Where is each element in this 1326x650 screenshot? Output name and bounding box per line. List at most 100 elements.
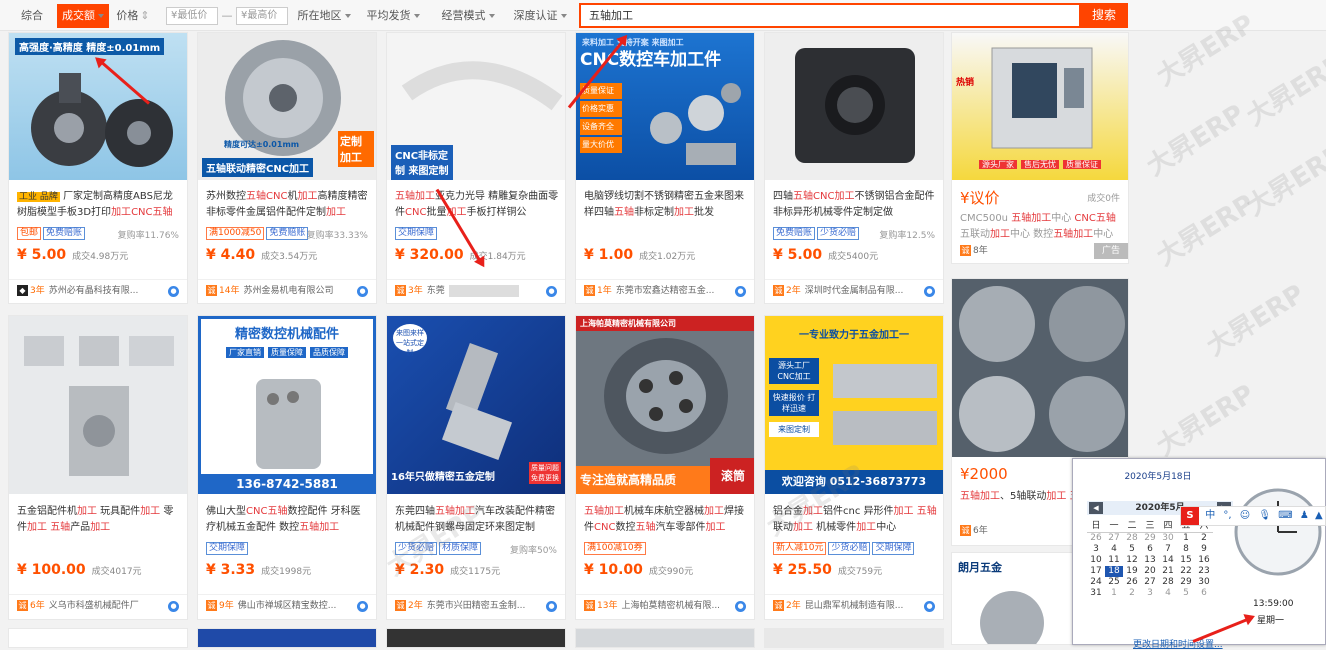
product-title[interactable]: 东莞四轴五轴加工汽车改装配件精密机械配件钢螺母固定环来图定制 <box>395 504 559 536</box>
product-image[interactable] <box>952 279 1128 457</box>
shop-name[interactable]: 东莞 <box>427 286 445 296</box>
shop-info[interactable]: 诚 2年 东莞市兴田精密五金制... ● <box>387 594 565 618</box>
day[interactable]: 17 <box>1087 566 1105 577</box>
shop-name[interactable]: 佛山市禅城区精宝数控... <box>238 601 337 611</box>
chat-icon[interactable]: ● <box>924 601 935 612</box>
product-image[interactable]: 一专业致力于五金加工一 源头工厂 CNC加工 快速报价 打样迅速 来图定制 欢迎… <box>765 316 943 494</box>
day[interactable]: 28 <box>1123 533 1141 545</box>
emoji-icon[interactable]: ☺ <box>1240 510 1250 521</box>
sort-general[interactable]: 综合 <box>12 4 52 28</box>
day[interactable]: 9 <box>1195 544 1213 555</box>
prev-month-icon[interactable]: ◀ <box>1089 502 1103 514</box>
chat-icon[interactable]: ● <box>735 286 746 297</box>
filter-certification[interactable]: 深度认证 <box>508 4 572 28</box>
product-title[interactable]: 工业 品牌 厂家定制高精度ABS尼龙树脂模型手板3D打印加工CNC五轴实 <box>17 189 181 221</box>
shop-name[interactable]: 昆山鼎军机械制造有限... <box>805 601 904 611</box>
filter-business-model[interactable]: 经营模式 <box>436 4 500 28</box>
ime-toolbar[interactable]: S 中 °, ☺ 🎙 ⌨ ♟ ▲ <box>1180 506 1326 526</box>
shop-info[interactable]: 诚 14年 苏州金易机电有限公司 ● <box>198 279 376 303</box>
day[interactable]: 1 <box>1105 588 1123 599</box>
shop-name[interactable]: 苏州必有晶科技有限... <box>49 286 139 296</box>
keyboard-icon[interactable]: ⌨ <box>1278 510 1292 521</box>
min-price-input[interactable]: ¥最低价 <box>166 7 218 25</box>
product-title[interactable]: CMC500u 五轴加工中心 CNC五轴五联动加工中心 数控五轴加工中心 <box>960 211 1122 243</box>
product-card-partial[interactable] <box>8 628 188 648</box>
sort-turnover[interactable]: 成交额 <box>57 4 109 28</box>
shop-info[interactable]: 诚 3年 东莞 ● <box>387 279 565 303</box>
product-image[interactable]: 热销 源头厂家 售后无忧 质量保证 <box>952 33 1128 180</box>
day[interactable]: 26 <box>1087 533 1105 545</box>
change-datetime-link[interactable]: 更改日期和时间设置... <box>1133 637 1223 650</box>
day[interactable]: 27 <box>1141 577 1159 588</box>
product-title[interactable]: 四轴五轴CNC加工不锈钢铝合金配件 非标异形机械零件定制定做 <box>773 189 937 221</box>
max-price-input[interactable]: ¥最高价 <box>236 7 288 25</box>
user-icon[interactable]: ♟ <box>1300 510 1309 521</box>
product-image[interactable] <box>9 316 187 494</box>
shop-info[interactable]: 诚 9年 佛山市禅城区精宝数控... ● <box>198 594 376 618</box>
product-card-partial[interactable] <box>386 628 566 648</box>
product-card[interactable]: 来料加工 支持开案 来图加工 CNC数控车加工件 质量保证 价格实惠 设备齐全 … <box>575 32 755 304</box>
day[interactable]: 4 <box>1159 588 1177 599</box>
product-title[interactable]: 五轴加工机械车床航空器械加工焊接件CNC数控五轴汽车零部件加工 <box>584 504 748 536</box>
product-card[interactable]: 五金铝配件机加工 玩具配件加工 零件加工 五轴产品加工 ¥ 100.00 成交40… <box>8 315 188 620</box>
shop-info[interactable]: 诚 1年 东莞市宏鑫达精密五金... ● <box>576 279 754 303</box>
product-image[interactable]: 精密数控机械配件 厂家直销 质量保障 品质保障 136-8742-5881 <box>198 316 376 494</box>
chat-icon[interactable]: ● <box>357 286 368 297</box>
product-card-partial[interactable] <box>575 628 755 648</box>
product-card[interactable]: 四轴五轴CNC加工不锈钢铝合金配件 非标异形机械零件定制定做 免费赔账 少货必赔 … <box>764 32 944 304</box>
chat-icon[interactable]: ● <box>735 601 746 612</box>
day[interactable]: 22 <box>1177 566 1195 577</box>
day[interactable]: 1 <box>1177 533 1195 545</box>
product-title[interactable]: 电脑锣线切割不锈钢精密五金来图来样四轴五轴非标定制加工批发 <box>584 189 748 221</box>
day[interactable]: 12 <box>1123 555 1141 566</box>
day[interactable]: 30 <box>1159 533 1177 545</box>
day[interactable]: 16 <box>1195 555 1213 566</box>
product-image[interactable]: CNC非标定制 来图定制 五轴加工 <box>387 33 565 180</box>
clock-calendar-popup[interactable]: 2020年5月18日 ◀ 2020年5月 ▶ 日一二三四五六 262728293… <box>1072 458 1326 650</box>
product-title[interactable]: 五金铝配件机加工 玩具配件加工 零件加工 五轴产品加工 <box>17 504 181 536</box>
search-button[interactable]: 搜索 <box>1080 3 1128 28</box>
day[interactable]: 26 <box>1123 577 1141 588</box>
chat-icon[interactable]: ● <box>546 601 557 612</box>
shop-name[interactable]: 东莞市兴田精密五金制... <box>427 601 526 611</box>
day[interactable]: 4 <box>1105 544 1123 555</box>
day[interactable]: 6 <box>1195 588 1213 599</box>
day[interactable]: 24 <box>1087 577 1105 588</box>
product-card-ad[interactable]: 热销 源头厂家 售后无忧 质量保证 ¥议价 成交0件 CMC500u 五轴加工中心 … <box>951 32 1129 264</box>
product-card[interactable]: 高强度·高精度 精度±0.01mm 工业 品牌 厂家定制高精度ABS尼龙树脂模型… <box>8 32 188 304</box>
product-title[interactable]: 铝合金加工铝件cnc 异形件加工 五轴联动加工 机械零件加工中心 <box>773 504 937 536</box>
ime-mode[interactable]: 中 <box>1205 510 1215 521</box>
product-card[interactable]: 一专业致力于五金加工一 源头工厂 CNC加工 快速报价 打样迅速 来图定制 欢迎… <box>764 315 944 620</box>
shop-info[interactable]: 诚 6年 义乌市科盛机械配件厂 ● <box>9 594 187 618</box>
day[interactable]: 29 <box>1141 533 1159 545</box>
shirt-icon[interactable]: ▲ <box>1315 510 1323 521</box>
punctuation-icon[interactable]: °, <box>1223 510 1231 521</box>
day[interactable]: 5 <box>1177 588 1195 599</box>
day-selected[interactable]: 18 <box>1105 566 1123 577</box>
day[interactable]: 6 <box>1141 544 1159 555</box>
product-card[interactable]: 精密数控机械配件 厂家直销 质量保障 品质保障 136-8742-5881 佛山大型… <box>197 315 377 620</box>
chat-icon[interactable]: ● <box>168 601 179 612</box>
day[interactable]: 8 <box>1177 544 1195 555</box>
search-input[interactable]: 五轴加工 <box>579 3 1081 28</box>
product-card[interactable]: 来图来样 一站式定制 16年只做精密五金定制 质量问题 免费更换 东莞四轴五轴加工… <box>386 315 566 620</box>
chat-icon[interactable]: ● <box>546 286 557 297</box>
product-title[interactable]: 佛山大型CNC五轴数控配件 牙科医疗机械五金配件 数控五轴加工 <box>206 504 370 536</box>
voice-icon[interactable]: 🎙 <box>1258 510 1271 521</box>
shop-name[interactable]: 义乌市科盛机械配件厂 <box>49 601 139 611</box>
filter-shipping[interactable]: 平均发货 <box>362 4 424 28</box>
product-image[interactable]: 来料加工 支持开案 来图加工 CNC数控车加工件 质量保证 价格实惠 设备齐全 … <box>576 33 754 180</box>
day[interactable]: 3 <box>1087 544 1105 555</box>
day[interactable]: 20 <box>1141 566 1159 577</box>
day[interactable]: 27 <box>1105 533 1123 545</box>
day[interactable]: 30 <box>1195 577 1213 588</box>
shop-name[interactable]: 东莞市宏鑫达精密五金... <box>616 286 715 296</box>
day[interactable]: 2 <box>1123 588 1141 599</box>
day[interactable]: 21 <box>1159 566 1177 577</box>
day[interactable]: 15 <box>1177 555 1195 566</box>
shop-info[interactable]: ◆ 3年 苏州必有晶科技有限... ● <box>9 279 187 303</box>
day[interactable]: 29 <box>1177 577 1195 588</box>
shop-name[interactable]: 深圳时代金属制品有限... <box>805 286 904 296</box>
shop-info[interactable]: 诚 2年 深圳时代金属制品有限... ● <box>765 279 943 303</box>
product-card-partial[interactable] <box>764 628 944 648</box>
